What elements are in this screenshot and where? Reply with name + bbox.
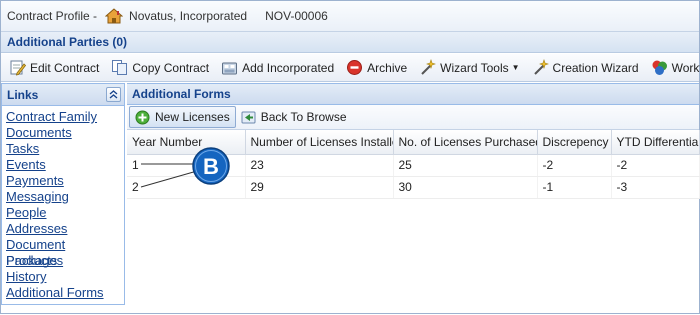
sidebar-item-document-packages[interactable]: Document Packages (6, 237, 124, 268)
creation-wizard-label: Creation Wizard (552, 60, 639, 75)
chevron-down-icon: ▼ (511, 63, 520, 72)
sidebar-item-events[interactable]: Events (6, 157, 124, 173)
contract-number: NOV-00006 (265, 9, 328, 23)
cell-licenses-installed: 23 (245, 154, 394, 177)
links-panel: Links Contract Family Documents Tasks Ev… (1, 83, 125, 305)
profile-label: Contract Profile - (7, 9, 98, 23)
edit-contract-button[interactable]: Edit Contract (5, 57, 103, 79)
collapse-button[interactable] (106, 87, 121, 102)
cell-licenses-purchased: 30 (393, 176, 538, 199)
company-name: Novatus, Incorporated (129, 9, 248, 23)
cell-year-number: 1 (127, 154, 246, 177)
edit-document-icon (10, 60, 26, 76)
sidebar-item-tasks[interactable]: Tasks (6, 141, 124, 157)
column-header-licenses-purchased[interactable]: No. of Licenses Purchased (393, 130, 538, 155)
cell-licenses-purchased: 25 (393, 154, 538, 177)
contract-profile-window: Contract Profile - Novatus, Incorporated… (0, 0, 700, 314)
panel-title: Additional Forms (127, 83, 699, 105)
sidebar-item-documents[interactable]: Documents (6, 125, 124, 141)
add-incorporated-label: Add Incorporated (242, 60, 335, 75)
links-header: Links (2, 84, 124, 106)
forms-toolbar: New Licenses Back To Browse (127, 105, 699, 130)
new-licenses-label: New Licenses (155, 110, 230, 124)
copy-contract-button[interactable]: Copy Contract (107, 57, 213, 79)
creation-wizard-button[interactable]: Creation Wizard (528, 57, 643, 79)
sidebar-item-messaging[interactable]: Messaging (6, 189, 124, 205)
additional-parties-label: Additional Parties (0) (7, 35, 128, 49)
licenses-grid: Year Number Number of Licenses Installed… (127, 130, 700, 199)
links-list: Contract Family Documents Tasks Events P… (2, 106, 124, 301)
cell-discrepency: -2 (537, 154, 612, 177)
workflows-icon (652, 60, 667, 75)
wizard-tools-label: Wizard Tools (440, 60, 509, 75)
creation-wand-icon (533, 59, 549, 75)
back-to-browse-label: Back To Browse (260, 110, 347, 124)
column-header-year-number[interactable]: Year Number (127, 130, 246, 155)
additional-parties-bar[interactable]: Additional Parties (0) (1, 32, 699, 53)
cell-year-number: 2 (127, 176, 246, 199)
column-header-licenses-installed[interactable]: Number of Licenses Installed (245, 130, 394, 155)
cell-ytd-differential: -2 (611, 154, 700, 177)
cell-discrepency: -1 (537, 176, 612, 199)
title-bar: Contract Profile - Novatus, Incorporated… (1, 1, 699, 32)
copy-contract-label: Copy Contract (132, 60, 210, 75)
magic-wand-icon (421, 59, 437, 75)
links-title: Links (7, 87, 39, 102)
sidebar-item-products[interactable]: Products (6, 253, 124, 269)
edit-contract-label: Edit Contract (30, 60, 100, 75)
home-icon (105, 8, 124, 24)
sidebar-item-history[interactable]: History (6, 269, 124, 285)
table-row[interactable]: 1 23 25 -2 -2 (127, 154, 700, 177)
sidebar-item-additional-forms[interactable]: Additional Forms (6, 285, 124, 301)
cell-ytd-differential: -3 (611, 176, 700, 199)
add-incorporated-button[interactable]: Add Incorporated (217, 57, 338, 79)
contract-toolbar: Edit Contract Copy Contract Add Incorpor… (1, 54, 700, 82)
archive-icon (347, 60, 363, 75)
sidebar-item-people[interactable]: People (6, 205, 124, 221)
workflows-button[interactable]: Workflows (647, 57, 700, 79)
column-header-discrepency[interactable]: Discrepency (537, 130, 612, 155)
sidebar-item-contract-family[interactable]: Contract Family (6, 109, 124, 125)
back-arrow-icon (241, 111, 256, 123)
archive-label: Archive (367, 60, 408, 75)
grid-header-row: Year Number Number of Licenses Installed… (127, 130, 700, 155)
double-chevron-up-icon (109, 90, 118, 99)
add-icon (135, 110, 150, 124)
copy-icon (112, 60, 128, 75)
table-row[interactable]: 2 29 30 -1 -3 (127, 176, 700, 199)
sidebar-item-addresses[interactable]: Addresses (6, 221, 124, 237)
back-to-browse-button[interactable]: Back To Browse (236, 106, 352, 128)
workflows-label: Workflows (671, 60, 700, 75)
sidebar-item-payments[interactable]: Payments (6, 173, 124, 189)
add-company-icon (222, 62, 238, 75)
cell-licenses-installed: 29 (245, 176, 394, 199)
wizard-tools-dropdown[interactable]: Wizard Tools ▼ (415, 57, 523, 79)
archive-button[interactable]: Archive (342, 57, 411, 79)
additional-forms-panel: Additional Forms New Licenses Back To Br… (127, 83, 700, 313)
new-licenses-button[interactable]: New Licenses (129, 106, 236, 128)
column-header-ytd-differential[interactable]: YTD Differential (611, 130, 700, 155)
